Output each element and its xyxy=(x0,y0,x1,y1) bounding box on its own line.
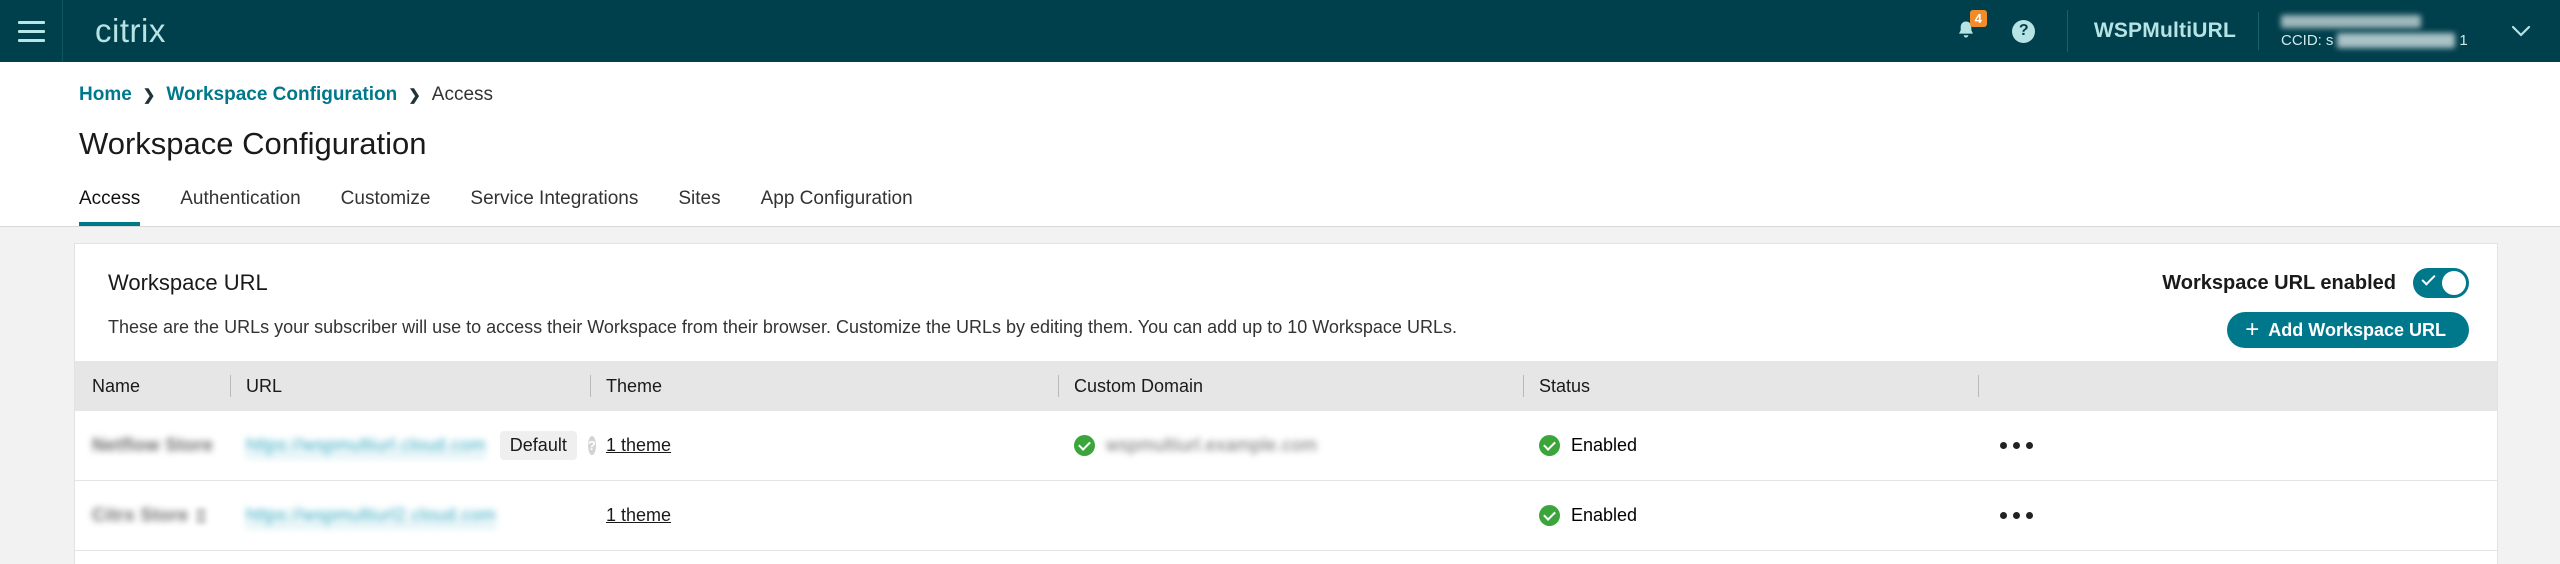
cell-name: Netflow Store xyxy=(75,435,230,456)
content-area: Workspace URL These are the URLs your su… xyxy=(0,227,2560,564)
cell-actions xyxy=(1978,512,2497,519)
card-header-actions: Workspace URL enabled + Add Workspace UR… xyxy=(2162,268,2469,348)
toggle-knob xyxy=(2442,271,2466,295)
table-header-row: Name URL Theme Custom Domain Status xyxy=(75,361,2497,411)
page-title: Workspace Configuration xyxy=(79,126,427,161)
breadcrumb: Home ❯ Workspace Configuration ❯ Access xyxy=(0,62,2560,106)
name-value-redacted: Citrx Store xyxy=(92,505,189,525)
breadcrumb-item-access: Access xyxy=(431,84,494,105)
notification-count-badge: 4 xyxy=(1969,10,1987,27)
ccid-suffix: 1 xyxy=(2459,32,2468,49)
header-divider xyxy=(2258,12,2259,50)
ccid-value-redacted: s xyxy=(2325,32,2334,49)
column-header-custom-domain[interactable]: Custom Domain xyxy=(1058,376,1523,397)
tenant-name: WSPMultiURL xyxy=(2093,19,2236,42)
more-horizontal-icon[interactable] xyxy=(2000,512,2033,519)
url-value-redacted[interactable]: https://wspmultiurl2.cloud.com xyxy=(246,505,497,527)
add-workspace-url-label: Add Workspace URL xyxy=(2268,319,2446,340)
ccid-label: CCID: xyxy=(2281,32,2322,49)
cell-theme: 1 theme xyxy=(590,505,1058,526)
tab-app-configuration[interactable]: App Configuration xyxy=(761,188,913,226)
tab-bar: Access Authentication Customize Service … xyxy=(0,162,2560,227)
ccid-line: CCID: s 1 xyxy=(2281,32,2476,49)
cell-custom-domain: wspmultiurl.example.com xyxy=(1058,435,1523,456)
column-header-name[interactable]: Name xyxy=(75,376,230,397)
account-info[interactable]: CCID: s 1 xyxy=(2281,9,2476,53)
cell-url: https://wspmultiurl2.cloud.com xyxy=(230,505,590,527)
top-header-bar: citrix 4 ? WSPMultiURL CCID: s 1 xyxy=(0,0,2560,62)
tab-sites[interactable]: Sites xyxy=(678,188,720,226)
tab-authentication[interactable]: Authentication xyxy=(180,188,300,226)
breadcrumb-separator-icon: ❯ xyxy=(142,87,156,104)
card-header: Workspace URL These are the URLs your su… xyxy=(75,244,2497,348)
plus-icon: + xyxy=(2245,316,2260,343)
theme-link[interactable]: 1 theme xyxy=(606,435,671,456)
workspace-url-card: Workspace URL These are the URLs your su… xyxy=(74,243,2498,564)
tab-access[interactable]: Access xyxy=(79,188,141,226)
cell-theme: 1 theme xyxy=(590,435,1058,456)
status-label: Enabled xyxy=(1571,435,1638,455)
cell-status: Enabled xyxy=(1523,505,1978,526)
workspace-url-toggle-row: Workspace URL enabled xyxy=(2162,268,2469,298)
theme-link[interactable]: 1 theme xyxy=(606,505,671,526)
column-header-status[interactable]: Status xyxy=(1523,376,1978,397)
hamburger-line xyxy=(17,20,45,24)
help-button[interactable]: ? xyxy=(1995,0,2053,62)
card-description: These are the URLs your subscriber will … xyxy=(108,317,1457,337)
name-value-redacted: Netflow Store xyxy=(92,435,214,455)
table-row[interactable]: Netflow Store https://wspmultiurl.cloud.… xyxy=(75,411,2497,481)
column-header-theme[interactable]: Theme xyxy=(590,376,1058,397)
add-workspace-url-button[interactable]: + Add Workspace URL xyxy=(2227,312,2469,348)
ccid-redacted-block xyxy=(2337,33,2456,48)
check-icon xyxy=(2421,271,2436,286)
custom-domain-value-redacted: wspmultiurl.example.com xyxy=(1106,435,1318,455)
header-right-cluster: 4 ? WSPMultiURL CCID: s 1 xyxy=(1937,0,2560,62)
workspace-url-table: Name URL Theme Custom Domain Status Netf… xyxy=(75,361,2497,564)
page-body: Home ❯ Workspace Configuration ❯ Access … xyxy=(0,62,2560,227)
cell-url: https://wspmultiurl.cloud.com Default ? xyxy=(230,431,596,460)
table-row[interactable]: Citrx Store https://wspmultiurl2.cloud.c… xyxy=(75,481,2497,551)
default-badge: Default xyxy=(499,431,577,460)
card-title: Workspace URL xyxy=(108,270,268,295)
cell-actions xyxy=(1978,442,2497,449)
question-circle-icon: ? xyxy=(2012,19,2036,43)
account-name-redacted xyxy=(2281,15,2421,28)
workspace-url-toggle[interactable] xyxy=(2413,268,2469,298)
cell-status: Enabled xyxy=(1523,435,1978,456)
tab-service-integrations[interactable]: Service Integrations xyxy=(470,188,638,226)
breadcrumb-item-workspace-configuration[interactable]: Workspace Configuration xyxy=(166,84,397,106)
check-circle-icon xyxy=(1539,505,1560,526)
url-value-redacted[interactable]: https://wspmultiurl.cloud.com xyxy=(246,435,486,457)
breadcrumb-item-home[interactable]: Home xyxy=(79,84,132,106)
status-label: Enabled xyxy=(1571,505,1638,525)
notifications-button[interactable]: 4 xyxy=(1937,0,1995,62)
name-badge-icon xyxy=(196,507,207,524)
header-divider xyxy=(2066,10,2068,52)
hamburger-line xyxy=(17,38,45,42)
toggle-label: Workspace URL enabled xyxy=(2162,271,2396,294)
table-row[interactable]: Testbed Store https://wspmultiurl3.cloud… xyxy=(75,551,2497,564)
hamburger-menu-icon[interactable] xyxy=(0,0,62,62)
cell-name: Citrx Store xyxy=(75,505,230,526)
check-circle-icon xyxy=(1074,435,1095,456)
hamburger-line xyxy=(17,29,45,33)
citrix-logo[interactable]: citrix xyxy=(63,12,166,50)
tab-customize[interactable]: Customize xyxy=(341,188,431,226)
check-circle-icon xyxy=(1539,435,1560,456)
account-chevron-down-icon[interactable] xyxy=(2510,20,2532,42)
breadcrumb-separator-icon: ❯ xyxy=(408,87,421,104)
column-header-url[interactable]: URL xyxy=(230,376,590,397)
more-horizontal-icon[interactable] xyxy=(2000,442,2033,449)
